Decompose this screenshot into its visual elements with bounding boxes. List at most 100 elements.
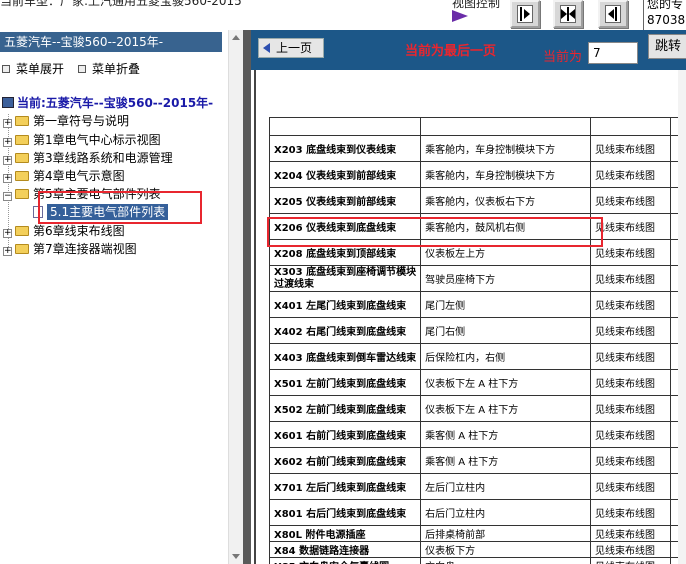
- collapse-minus-icon: −: [3, 191, 12, 201]
- location-cell: 仪表板下左 A 柱下方: [420, 395, 592, 422]
- expand-icon: [2, 65, 10, 73]
- location-cell: 仪表板下左 A 柱下方: [420, 369, 592, 396]
- connector-table: X203 底盘线束到仪表线束 乘客舱内，车身控制模块下方 见线束布线图 X204 仪表…: [268, 117, 686, 564]
- folder-icon: [15, 116, 29, 126]
- tree-chapter-label: 第6章线束布线图: [33, 224, 125, 238]
- table-row: X601 右前门线束到底盘线束 乘客侧 A 柱下方 见线束布线图: [268, 421, 686, 448]
- tree-chapter-1[interactable]: + 第1章电气中心标示视图: [3, 131, 161, 149]
- connector-cell: X403 底盘线束到倒车雷达线束: [268, 343, 422, 370]
- panel-right-icon: [517, 5, 533, 23]
- content-panel: 上一页 当前为最后一页 当前为 7 跳转 X203 底盘线束到仪表线束 乘客舱内，…: [251, 30, 686, 564]
- tree-panel: 五菱汽车--宝骏560--2015年- 菜单展开 菜单折叠 当前:五菱汽车--宝…: [0, 30, 243, 564]
- reference-cell: 见线束布线图: [590, 135, 671, 162]
- row-annotation-box: [267, 217, 603, 247]
- location-cell: 乘客侧 A 柱下方: [420, 447, 592, 474]
- table-row: X85 方向盘安全气囊线圈方向盘见线束布线图: [268, 557, 686, 564]
- reference-cell: 见线束布线图: [590, 343, 671, 370]
- location-cell: 乘客舱内，仪表板右下方: [420, 187, 592, 214]
- reference-cell: 见线束布线图: [590, 317, 671, 344]
- table-row: X602 右前门线束到底盘线束 乘客侧 A 柱下方 见线束布线图: [268, 447, 686, 474]
- view-split-button[interactable]: [553, 0, 583, 28]
- expand-plus-icon: +: [3, 155, 12, 165]
- connector-cell: X203 底盘线束到仪表线束: [268, 135, 422, 162]
- tree-chapter-6[interactable]: + 第7章连接器端视图: [3, 240, 137, 258]
- tree-current-label: 当前:五菱汽车--宝骏560--2015年-: [17, 96, 214, 110]
- jump-button[interactable]: 跳转: [648, 34, 686, 59]
- reference-cell: 见线束布线图: [590, 525, 671, 542]
- location-cell: 右后门立柱内: [420, 499, 592, 526]
- tree-chapter-label: 第1章电气中心标示视图: [33, 133, 161, 147]
- selection-annotation-box: [38, 191, 202, 224]
- prev-page-button[interactable]: 上一页: [258, 38, 324, 58]
- expand-plus-icon: +: [3, 118, 12, 128]
- expand-plus-icon: +: [3, 228, 12, 238]
- location-cell: 乘客舱内，车身控制模块下方: [420, 135, 592, 162]
- user-info-line2: 870382: [647, 13, 686, 27]
- table-row: X402 右尾门线束到底盘线束 尾门右侧 见线束布线图: [268, 317, 686, 344]
- tree-chapter-2[interactable]: + 第3章线路系统和电源管理: [3, 149, 173, 167]
- connector-cell: X303 底盘线束到座椅调节模块过渡线束: [268, 265, 422, 292]
- reference-cell: 见线束布线图: [590, 395, 671, 422]
- tree-current-node[interactable]: 当前:五菱汽车--宝骏560--2015年-: [2, 94, 213, 111]
- location-cell: 左后门立柱内: [420, 473, 592, 500]
- expand-plus-icon: +: [3, 246, 12, 256]
- folder-icon: [15, 135, 29, 145]
- location-cell: 驾驶员座椅下方: [420, 265, 592, 292]
- tree-chapter-label: 第3章线路系统和电源管理: [33, 151, 173, 165]
- connector-cell: X205 仪表线束到前部线束: [268, 187, 422, 214]
- tree-chapter-label: 第一章符号与说明: [33, 114, 130, 128]
- reference-cell: 见线束布线图: [590, 161, 671, 188]
- menu-expand-button[interactable]: 菜单展开: [2, 60, 64, 77]
- open-folder-icon: [15, 189, 29, 199]
- page-number-input[interactable]: 7: [588, 42, 638, 64]
- tree-header: 五菱汽车--宝骏560--2015年-: [0, 32, 222, 52]
- tree-chapter-label: 第4章电气示意图: [33, 169, 125, 183]
- table-row: X303 底盘线束到座椅调节模块过渡线束 驾驶员座椅下方 见线束布线图: [268, 265, 686, 292]
- location-cell: 后保险杠内，右侧: [420, 343, 592, 370]
- user-info-box: 您的专 870382: [643, 0, 686, 30]
- connector-cell: X502 左前门线束到底盘线束: [268, 395, 422, 422]
- collapse-icon: [78, 65, 86, 73]
- view-right-panel-button[interactable]: [598, 0, 628, 28]
- table-row: X403 底盘线束到倒车雷达线束 后保险杠内，右侧 见线束布线图: [268, 343, 686, 370]
- tree-chapter-3[interactable]: + 第4章电气示意图: [3, 167, 125, 185]
- menu-collapse-label: 菜单折叠: [92, 62, 141, 76]
- reference-cell: 见线束布线图: [590, 369, 671, 396]
- table-row: X203 底盘线束到仪表线束 乘客舱内，车身控制模块下方 见线束布线图: [268, 135, 686, 162]
- connector-cell: X501 左前门线束到底盘线束: [268, 369, 422, 396]
- menu-expand-label: 菜单展开: [16, 62, 65, 76]
- connector-cell: X80L 附件电源插座: [268, 525, 422, 542]
- tree-chapter-label: 第7章连接器端视图: [33, 242, 137, 256]
- connector-cell: X401 左尾门线束到底盘线束: [268, 291, 422, 318]
- connector-cell: X701 左后门线束到底盘线束: [268, 473, 422, 500]
- reference-cell: 见线束布线图: [590, 265, 671, 292]
- document-view: X203 底盘线束到仪表线束 乘客舱内，车身控制模块下方 见线束布线图 X204 仪表…: [251, 70, 686, 564]
- connector-cell: X204 仪表线束到前部线束: [268, 161, 422, 188]
- menu-collapse-button[interactable]: 菜单折叠: [78, 60, 140, 77]
- prev-page-label: 上一页: [276, 41, 313, 55]
- current-page-label: 当前为: [543, 50, 583, 65]
- view-left-panel-button[interactable]: [510, 0, 540, 28]
- reference-cell: 见线束布线图: [590, 447, 671, 474]
- scroll-up-arrow-icon[interactable]: [232, 35, 240, 40]
- tree-chapter-5[interactable]: + 第6章线束布线图: [3, 222, 125, 240]
- tree-chapter-0[interactable]: + 第一章符号与说明: [3, 112, 129, 130]
- table-row: X401 左尾门线束到底盘线束 尾门左侧 见线束布线图: [268, 291, 686, 318]
- table-row: X80L 附件电源插座 后排桌椅前部 见线束布线图: [268, 525, 686, 542]
- folder-icon: [15, 153, 29, 163]
- panel-split-icon: [560, 5, 576, 23]
- reference-cell: [590, 117, 671, 136]
- last-page-notice: 当前为最后一页: [405, 44, 497, 59]
- reference-cell: 见线束布线图: [590, 187, 671, 214]
- folder-icon: [15, 244, 29, 254]
- panel-left-icon: [605, 5, 621, 23]
- tree-scrollbar[interactable]: [228, 30, 243, 564]
- content-scrollbar[interactable]: [678, 70, 686, 564]
- view-control-arrow-icon: [452, 10, 468, 22]
- expand-plus-icon: +: [3, 173, 12, 183]
- connector-cell: X85 方向盘安全气囊线圈: [268, 557, 422, 564]
- location-cell: 仪表板下方: [420, 541, 592, 558]
- panel-splitter[interactable]: [243, 30, 251, 564]
- folder-icon: [15, 171, 29, 181]
- scroll-down-arrow-icon[interactable]: [232, 554, 240, 559]
